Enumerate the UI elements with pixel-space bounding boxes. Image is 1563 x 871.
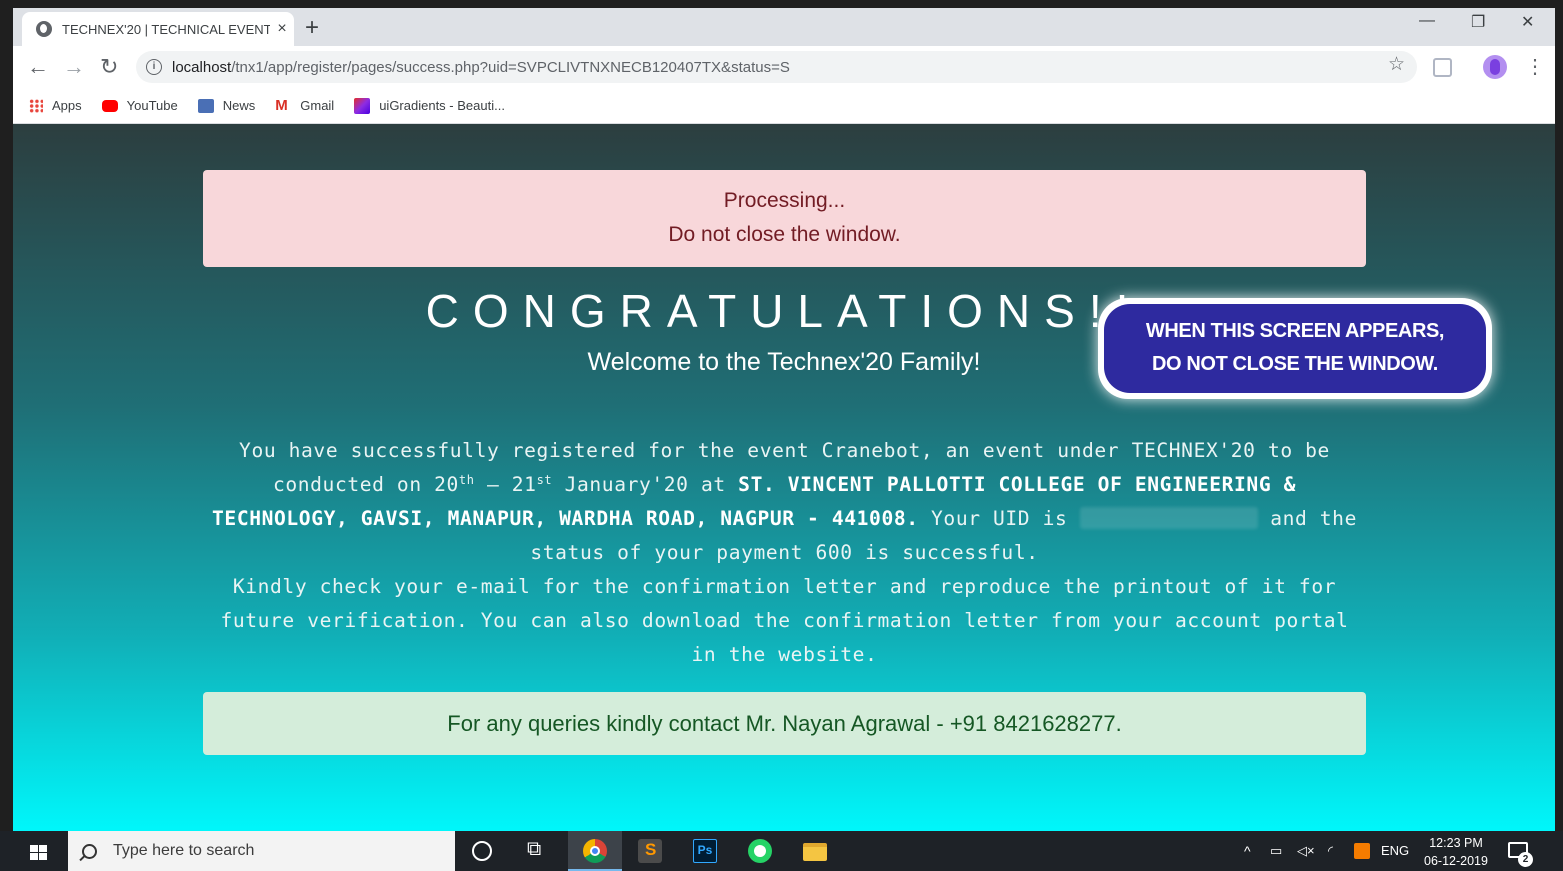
task-view-icon[interactable]: ⧉ bbox=[527, 838, 551, 862]
bookmark-label: YouTube bbox=[126, 98, 178, 113]
chrome-icon[interactable] bbox=[583, 839, 607, 863]
tab-title: TECHNEX'20 | TECHNICAL EVENT bbox=[62, 21, 270, 37]
whatsapp-icon[interactable] bbox=[748, 839, 772, 863]
bookmark-apps[interactable]: Apps bbox=[29, 98, 82, 113]
apps-grid-icon bbox=[29, 98, 43, 113]
xampp-icon[interactable] bbox=[1354, 843, 1370, 859]
page-content: Processing... Do not close the window. C… bbox=[13, 124, 1555, 831]
bookmark-label: Gmail bbox=[300, 98, 335, 113]
volume-muted-icon[interactable]: ◁× bbox=[1297, 843, 1315, 859]
bookmark-youtube[interactable]: YouTube bbox=[101, 98, 178, 113]
clock-date: 06-12-2019 bbox=[1424, 854, 1488, 868]
reload-button[interactable]: ↻ bbox=[100, 54, 118, 80]
bookmark-news[interactable]: News bbox=[197, 98, 256, 113]
processing-text: Processing... bbox=[723, 189, 846, 212]
browser-menu-icon[interactable]: ⋮ bbox=[1525, 54, 1545, 79]
cortana-icon[interactable] bbox=[472, 841, 492, 861]
contact-alert: For any queries kindly contact Mr. Nayan… bbox=[203, 692, 1366, 755]
file-explorer-icon[interactable] bbox=[803, 843, 827, 861]
photoshop-icon[interactable]: Ps bbox=[693, 839, 717, 863]
notification-badge: 2 bbox=[1518, 852, 1533, 867]
message-dash: – 21 bbox=[474, 473, 537, 496]
chevron-up-icon[interactable]: ^ bbox=[1244, 843, 1251, 859]
search-placeholder: Type here to search bbox=[113, 842, 255, 859]
callout-line-1: WHEN THIS SCREEN APPEARS, bbox=[1145, 320, 1445, 342]
forward-button[interactable]: → bbox=[63, 54, 85, 80]
extension-icon[interactable] bbox=[1433, 58, 1452, 77]
site-info-icon[interactable]: i bbox=[146, 59, 162, 75]
windows-start-icon[interactable] bbox=[30, 845, 48, 860]
bookmark-label: Apps bbox=[52, 98, 82, 113]
gmail-icon: M bbox=[275, 96, 288, 114]
browser-toolbar: ← → ↻ i localhost/tnx1/app/register/page… bbox=[13, 46, 1555, 88]
uigradients-icon bbox=[354, 97, 371, 114]
tab-strip: TECHNEX'20 | TECHNICAL EVENT × + — ❐ ✕ bbox=[13, 8, 1555, 46]
registration-message: You have successfully registered for the… bbox=[203, 434, 1366, 672]
wifi-icon[interactable]: ◜ bbox=[1328, 843, 1333, 859]
sublime-text-icon[interactable] bbox=[638, 839, 662, 863]
battery-icon[interactable]: ▭ bbox=[1270, 843, 1282, 859]
uid-redacted bbox=[1079, 507, 1258, 529]
callout-line-2: DO NOT CLOSE THE WINDOW. bbox=[1152, 353, 1438, 375]
uid-label: Your UID is bbox=[918, 507, 1080, 530]
url-path: /tnx1/app/register/pages/success.php?uid… bbox=[231, 58, 790, 76]
close-window-button[interactable]: ✕ bbox=[1521, 12, 1534, 32]
bookmark-star-icon[interactable]: ☆ bbox=[1388, 53, 1405, 76]
minimize-button[interactable]: — bbox=[1419, 12, 1435, 30]
tab-technex[interactable]: TECHNEX'20 | TECHNICAL EVENT × bbox=[22, 12, 294, 46]
browser-window: TECHNEX'20 | TECHNICAL EVENT × + — ❐ ✕ ←… bbox=[13, 8, 1555, 831]
confirmation-instructions: Kindly check your e-mail for the confirm… bbox=[220, 575, 1349, 666]
bookmark-label: uiGradients - Beauti... bbox=[379, 98, 505, 113]
bookmark-gmail[interactable]: M Gmail bbox=[275, 96, 335, 114]
language-indicator[interactable]: ENG bbox=[1381, 843, 1409, 858]
clock-time: 12:23 PM bbox=[1429, 836, 1483, 850]
ordinal-st: st bbox=[536, 473, 553, 487]
processing-alert: Processing... Do not close the window. bbox=[203, 170, 1366, 267]
bookmarks-bar: Apps YouTube News M Gmail uiGradients - … bbox=[13, 88, 1555, 124]
news-icon bbox=[197, 98, 214, 113]
new-tab-button[interactable]: + bbox=[305, 14, 319, 42]
back-button[interactable]: ← bbox=[27, 54, 49, 80]
ordinal-th: th bbox=[458, 473, 475, 487]
warning-callout-body: WHEN THIS SCREEN APPEARS, DO NOT CLOSE T… bbox=[1104, 304, 1486, 393]
url-host: localhost bbox=[172, 58, 232, 76]
windows-taskbar: Type here to search ⧉ Ps ^ ▭ ◁× ◜ ENG 12… bbox=[0, 831, 1563, 871]
search-icon bbox=[82, 843, 97, 859]
youtube-icon bbox=[101, 99, 118, 112]
bookmark-label: News bbox=[222, 98, 256, 113]
restore-button[interactable]: ❐ bbox=[1471, 12, 1485, 32]
taskbar-search-box[interactable]: Type here to search bbox=[68, 831, 455, 871]
message-date: January'20 at bbox=[552, 473, 739, 496]
globe-icon bbox=[36, 21, 52, 37]
system-clock[interactable]: 12:23 PM 06-12-2019 bbox=[1420, 834, 1492, 870]
profile-avatar[interactable] bbox=[1483, 55, 1507, 79]
warning-callout: WHEN THIS SCREEN APPEARS, DO NOT CLOSE T… bbox=[1098, 298, 1492, 399]
do-not-close-text: Do not close the window. bbox=[668, 223, 901, 246]
bookmark-uigradients[interactable]: uiGradients - Beauti... bbox=[354, 97, 505, 114]
address-bar[interactable]: i localhost/tnx1/app/register/pages/succ… bbox=[136, 51, 1417, 83]
tab-close-button[interactable]: × bbox=[270, 20, 294, 38]
